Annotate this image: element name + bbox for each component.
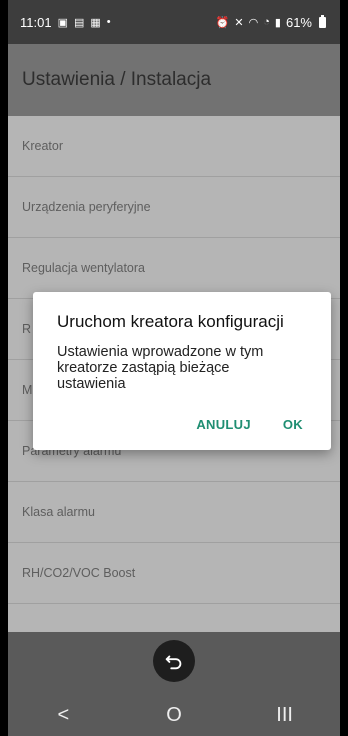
ok-button[interactable]: OK: [283, 417, 303, 432]
list-item-alarm-class[interactable]: Klasa alarmu: [8, 482, 340, 543]
list-item-label: Urządzenia peryferyjne: [22, 200, 151, 214]
list-item-boost[interactable]: RH/CO2/VOC Boost: [8, 543, 340, 604]
nav-home-button[interactable]: O: [144, 704, 204, 727]
list-item-fan-control[interactable]: Regulacja wentylatora: [8, 238, 340, 299]
call-icon: ◔: [263, 16, 270, 28]
dialog-actions: ANULUJ OK: [196, 417, 303, 432]
list-item-label: Regulacja wentylatora: [22, 261, 145, 275]
list-item-label: RH/CO2/VOC Boost: [22, 566, 136, 580]
signal-icon: ▮: [274, 16, 281, 29]
status-left: 11:01 ▣ ▤ ▦ •: [20, 15, 111, 30]
list-item-label: Klasa alarmu: [22, 505, 95, 519]
system-nav-bar: < O III: [8, 694, 340, 736]
list-item-peripherals[interactable]: Urządzenia peryferyjne: [8, 177, 340, 238]
bezel-right: [340, 0, 348, 736]
nav-back-button[interactable]: <: [33, 704, 93, 727]
list-item-label: Kreator: [22, 139, 63, 153]
battery-percent: 61%: [285, 14, 312, 30]
bottom-bar: [8, 632, 340, 694]
app-bar: Ustawienia / Instalacja: [8, 44, 340, 116]
clock: 11:01: [20, 14, 52, 30]
confirm-dialog: Uruchom kreatora konfiguracji Ustawienia…: [33, 292, 331, 450]
app-icon: ▤: [73, 16, 85, 29]
dialog-title: Uruchom kreatora konfiguracji: [57, 312, 284, 331]
cancel-button[interactable]: ANULUJ: [196, 417, 251, 432]
page-title: Ustawienia / Instalacja: [22, 69, 212, 90]
list-item-kreator[interactable]: Kreator: [8, 116, 340, 177]
undo-icon: [165, 655, 182, 670]
wifi-icon: ◠: [248, 16, 259, 29]
status-right: ⏰ ✕ ◠ ◔ ▮ 61%: [215, 14, 326, 30]
back-fab-button[interactable]: [153, 640, 195, 682]
mail-icon: ▦: [90, 16, 101, 29]
dialog-message: Ustawienia wprowadzone w tym kreatorze z…: [57, 344, 264, 392]
list-item-label: M: [22, 383, 33, 397]
dot-icon: •: [106, 16, 111, 28]
battery-icon: [319, 14, 326, 28]
status-bar: 11:01 ▣ ▤ ▦ • ⏰ ✕ ◠ ◔ ▮ 61%: [8, 0, 340, 44]
nav-recents-button[interactable]: III: [255, 704, 315, 727]
phone-screen: 11:01 ▣ ▤ ▦ • ⏰ ✕ ◠ ◔ ▮ 61% Ustawienia /…: [0, 0, 348, 736]
mute-icon: ✕: [234, 16, 244, 29]
bezel-left: [0, 0, 8, 736]
list-item-label: R: [22, 322, 32, 336]
alarm-icon: ⏰: [215, 16, 230, 29]
gallery-icon: ▣: [57, 16, 68, 29]
